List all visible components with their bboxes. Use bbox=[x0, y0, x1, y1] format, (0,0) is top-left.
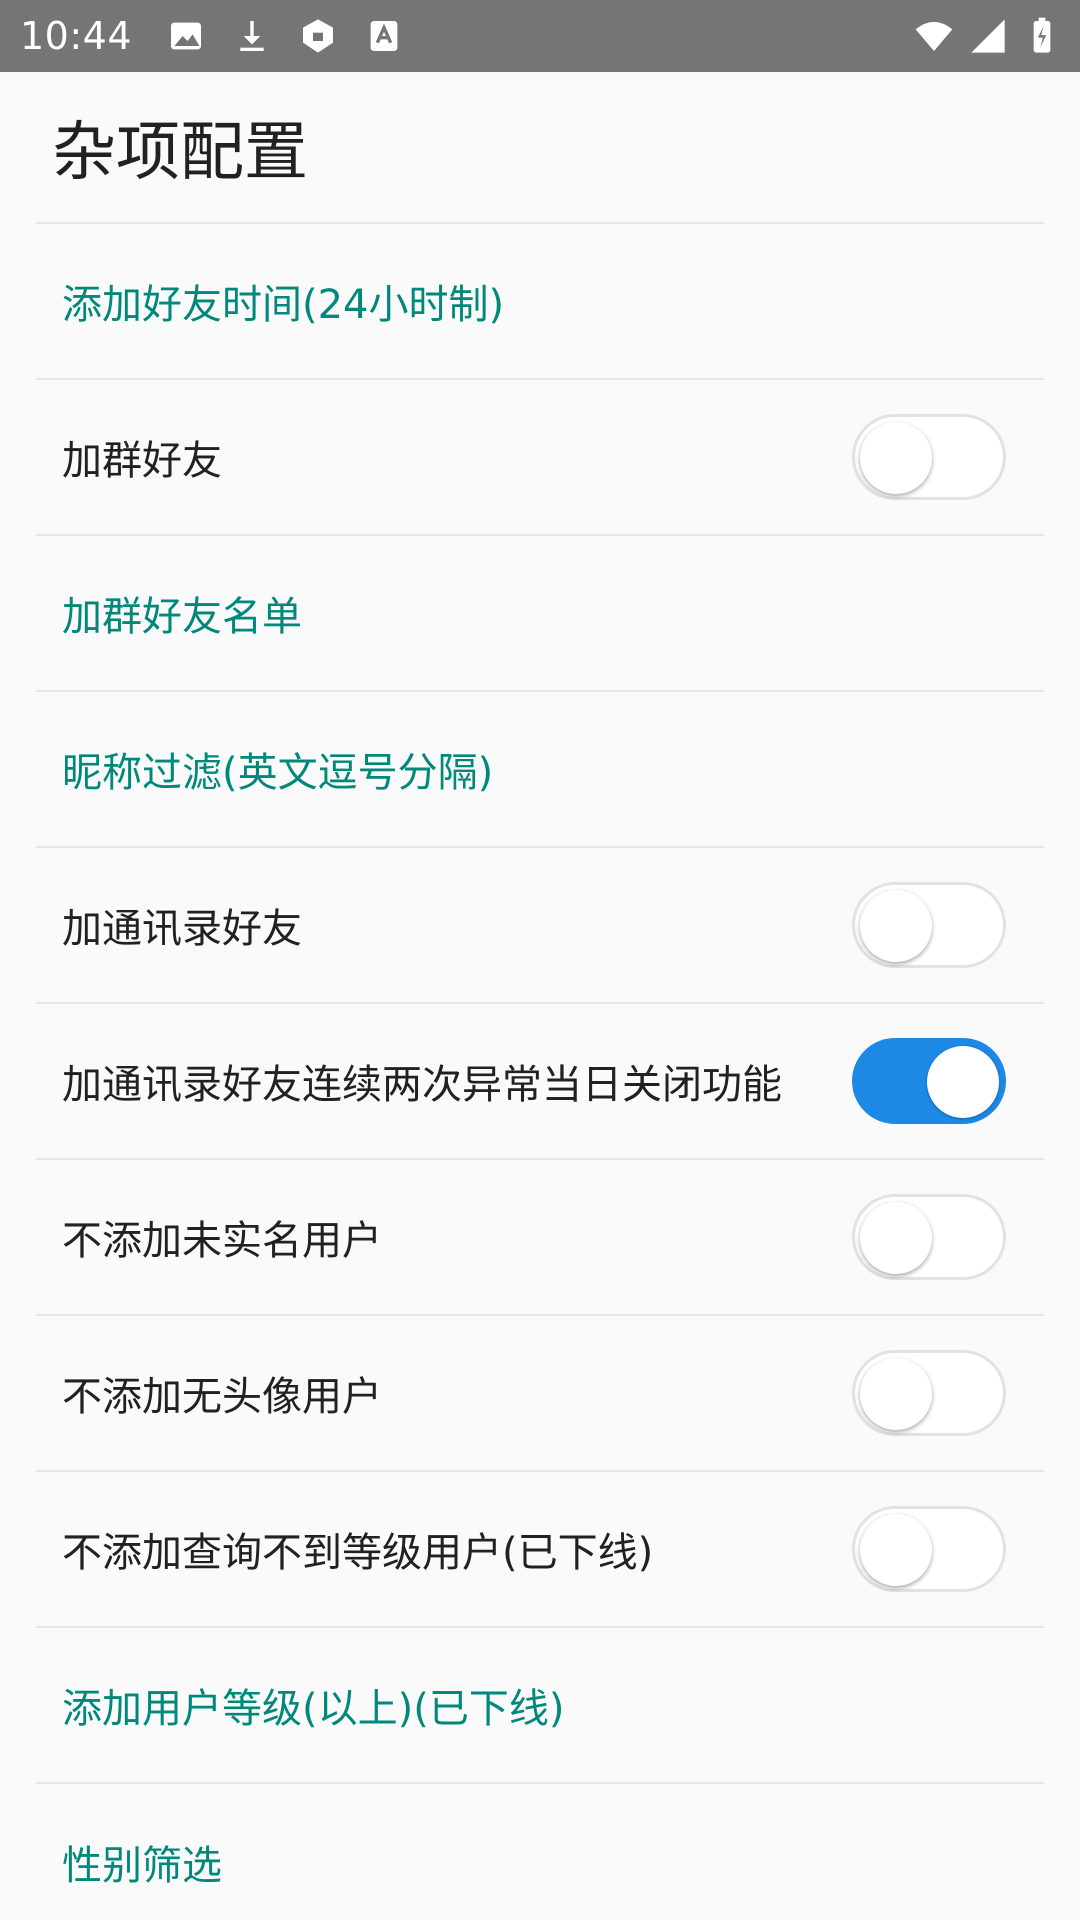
setting-label: 不添加未实名用户 bbox=[62, 1218, 382, 1264]
setting-skip-unverified[interactable]: 不添加未实名用户 bbox=[36, 1160, 1044, 1316]
download-icon bbox=[232, 16, 272, 56]
status-bar-left: 10:44 bbox=[20, 14, 430, 58]
setting-label: 添加好友时间(24小时制) bbox=[62, 282, 505, 328]
battery-icon bbox=[1022, 16, 1062, 56]
setting-add-friend-time[interactable]: 添加好友时间(24小时制) bbox=[36, 224, 1044, 380]
signal-icon bbox=[968, 16, 1008, 56]
image-icon bbox=[166, 16, 206, 56]
status-bar-right bbox=[900, 16, 1062, 56]
setting-label: 昵称过滤(英文逗号分隔) bbox=[62, 750, 494, 796]
status-bar: 10:44 bbox=[0, 0, 1080, 72]
wifi-icon bbox=[914, 16, 954, 56]
skip-unknown-level-toggle[interactable] bbox=[852, 1506, 1006, 1592]
text-a-icon bbox=[364, 16, 404, 56]
disable-after-errors-toggle[interactable] bbox=[852, 1038, 1006, 1124]
setting-label: 加通讯录好友连续两次异常当日关闭功能 bbox=[62, 1062, 782, 1108]
setting-label: 加群好友 bbox=[62, 438, 222, 484]
shield-icon bbox=[298, 16, 338, 56]
setting-label: 加通讯录好友 bbox=[62, 906, 302, 952]
page-title: 杂项配置 bbox=[52, 116, 308, 190]
skip-no-avatar-toggle[interactable] bbox=[852, 1350, 1006, 1436]
status-time: 10:44 bbox=[20, 14, 133, 58]
switch-thumb bbox=[860, 1202, 932, 1274]
add-group-friends-toggle[interactable] bbox=[852, 414, 1006, 500]
setting-skip-unknown-level[interactable]: 不添加查询不到等级用户(已下线) bbox=[36, 1472, 1044, 1628]
setting-group-friend-list[interactable]: 加群好友名单 bbox=[36, 536, 1044, 692]
setting-label: 性别筛选 bbox=[62, 1843, 222, 1889]
setting-nickname-filter[interactable]: 昵称过滤(英文逗号分隔) bbox=[36, 692, 1044, 848]
setting-label: 不添加查询不到等级用户(已下线) bbox=[62, 1530, 654, 1576]
setting-label: 加群好友名单 bbox=[62, 594, 302, 640]
settings-list: 添加好友时间(24小时制) 加群好友 加群好友名单 昵称过滤(英文逗号分隔) 加… bbox=[36, 222, 1044, 1920]
settings-screen: 杂项配置 添加好友时间(24小时制) 加群好友 加群好友名单 昵称过滤(英文逗号… bbox=[0, 72, 1080, 1920]
switch-thumb bbox=[860, 422, 932, 494]
setting-add-group-friends[interactable]: 加群好友 bbox=[36, 380, 1044, 536]
switch-thumb bbox=[860, 1358, 932, 1430]
switch-thumb bbox=[860, 890, 932, 962]
switch-thumb bbox=[860, 1514, 932, 1586]
setting-disable-after-errors[interactable]: 加通讯录好友连续两次异常当日关闭功能 bbox=[36, 1004, 1044, 1160]
setting-user-level[interactable]: 添加用户等级(以上)(已下线) bbox=[36, 1628, 1044, 1784]
setting-add-contact-friends[interactable]: 加通讯录好友 bbox=[36, 848, 1044, 1004]
setting-gender-filter[interactable]: 性别筛选 bbox=[36, 1784, 1044, 1920]
skip-unverified-toggle[interactable] bbox=[852, 1194, 1006, 1280]
add-contact-friends-toggle[interactable] bbox=[852, 882, 1006, 968]
switch-thumb bbox=[927, 1046, 999, 1118]
setting-label: 不添加无头像用户 bbox=[62, 1374, 382, 1420]
setting-skip-no-avatar[interactable]: 不添加无头像用户 bbox=[36, 1316, 1044, 1472]
setting-label: 添加用户等级(以上)(已下线) bbox=[62, 1686, 565, 1732]
